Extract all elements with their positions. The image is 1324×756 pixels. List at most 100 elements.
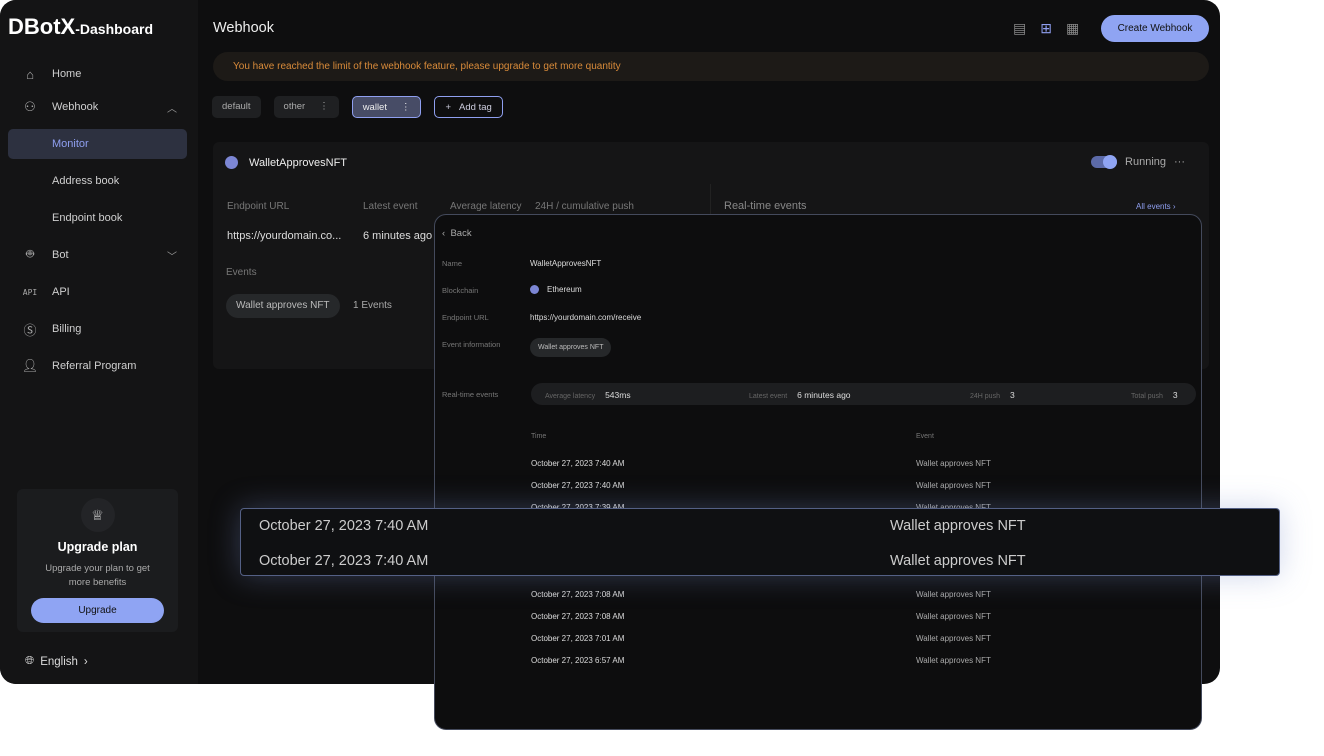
label: Webhook <box>52 101 99 113</box>
create-webhook-button[interactable]: Create Webhook <box>1101 15 1209 42</box>
row-time: October 27, 2023 7:40 AM <box>259 553 429 569</box>
sidebar-item-monitor[interactable]: Monitor <box>8 129 187 159</box>
row-time: October 27, 2023 7:08 AM <box>531 612 625 621</box>
row-time: October 27, 2023 7:40 AM <box>259 518 429 534</box>
more-vertical-icon[interactable]: ⋮ <box>401 97 411 117</box>
user-plus-icon: 👤︎ <box>21 358 39 373</box>
row-time: October 27, 2023 6:57 AM <box>531 656 625 665</box>
sidebar-item-billing[interactable]: Ⓢ Billing <box>8 314 187 344</box>
more-vertical-icon[interactable]: ⋮ <box>319 96 329 118</box>
table-row[interactable]: October 27, 2023 7:40 AM Wallet approves … <box>531 459 1131 468</box>
realtime-label: Real-time events <box>724 200 807 212</box>
sidebar-item-referral[interactable]: 👤︎ Referral Program <box>8 351 187 381</box>
sidebar-item-home[interactable]: ⌂ Home <box>8 59 187 89</box>
back-button[interactable]: ‹ Back <box>442 228 472 239</box>
chevron-down-icon: ﹀ <box>167 251 177 263</box>
info-chip: Wallet approves NFT <box>530 338 612 357</box>
logo: DBotX-Dashboard <box>8 14 154 39</box>
table-row[interactable]: October 27, 2023 7:40 AM Wallet approves … <box>259 518 1026 534</box>
table-row[interactable]: October 27, 2023 7:40 AM Wallet approves … <box>531 481 1131 490</box>
home-icon: ⌂ <box>26 66 34 82</box>
total-label: Total push <box>1131 393 1163 400</box>
row-event: Wallet approves NFT <box>890 553 1026 569</box>
row-event: Wallet approves NFT <box>916 481 991 490</box>
tag-list: default other ⋮ wallet ⋮ + Add tag <box>212 96 503 118</box>
row-time: October 27, 2023 7:01 AM <box>531 634 625 643</box>
ethereum-icon <box>225 156 238 169</box>
table-row[interactable]: October 27, 2023 7:08 AM Wallet approves … <box>531 590 1131 599</box>
robot-icon: 🤖︎ <box>26 246 34 261</box>
endpoint-value: https://yourdomain.co... <box>227 230 342 242</box>
all-events-label: All events <box>1136 202 1171 211</box>
add-tag-button[interactable]: + Add tag <box>434 96 503 118</box>
row-event: Wallet approves NFT <box>890 518 1026 534</box>
events-label: Events <box>226 267 257 278</box>
tag-label: default <box>222 101 251 112</box>
table-row[interactable]: October 27, 2023 7:40 AM Wallet approves … <box>259 553 1026 569</box>
sidebar-item-api[interactable]: API API <box>8 277 187 307</box>
table-row[interactable]: October 27, 2023 7:08 AM Wallet approves … <box>531 612 1131 621</box>
add-tag-label: Add tag <box>459 102 492 113</box>
sidebar-item-address-book[interactable]: Address book <box>8 166 187 196</box>
latest-value: 6 minutes ago <box>363 230 433 242</box>
latest-value: 6 minutes ago <box>797 390 851 400</box>
name-label: Name <box>442 259 463 268</box>
row-time: October 27, 2023 7:40 AM <box>531 459 625 468</box>
latest-label: Latest event <box>363 201 418 212</box>
chain-label: Blockchain <box>442 286 479 295</box>
api-icon: API <box>22 287 38 297</box>
tag-label: other <box>283 101 306 112</box>
list-view-icon[interactable]: ▤ <box>1013 20 1026 37</box>
event-chip: Wallet approves NFT <box>226 294 340 318</box>
webhook-detail-panel: ‹ Back Name WalletApprovesNFT Blockchain… <box>434 214 1202 730</box>
tag-label: wallet <box>362 102 387 113</box>
label: Address book <box>52 175 120 187</box>
sidebar: DBotX-Dashboard ⌂ Home ⚇ Webhook ︿ Monitor … <box>0 0 198 684</box>
label: Billing <box>52 323 82 335</box>
grid-view-icon[interactable]: ⊞ <box>1040 20 1052 37</box>
upgrade-button[interactable]: Upgrade <box>31 598 164 623</box>
row-time: October 27, 2023 7:40 AM <box>531 481 625 490</box>
name-value: WalletApprovesNFT <box>530 259 602 268</box>
row-event: Wallet approves NFT <box>916 634 991 643</box>
label: Endpoint book <box>52 212 123 224</box>
tag-default[interactable]: default <box>212 96 261 118</box>
label: Bot <box>52 249 69 261</box>
chevron-right-icon: › <box>83 655 88 668</box>
plus-icon: + <box>445 102 452 113</box>
tag-other[interactable]: other ⋮ <box>273 96 339 118</box>
row-event: Wallet approves NFT <box>916 612 991 621</box>
crown-icon: ♕ <box>80 498 115 532</box>
push24-value: 3 <box>1009 390 1015 400</box>
running-toggle[interactable] <box>1091 155 1118 169</box>
tag-wallet[interactable]: wallet ⋮ <box>351 96 422 118</box>
webhook-name: WalletApprovesNFT <box>249 156 348 169</box>
all-events-link[interactable]: All events › <box>1136 202 1176 211</box>
sidebar-item-bot[interactable]: 🤖︎ Bot ﹀ <box>8 240 187 270</box>
label: Monitor <box>52 138 89 150</box>
push-label: 24H / cumulative push <box>535 201 634 212</box>
back-label: Back <box>450 228 472 239</box>
url-value: https://yourdomain.com/receive <box>530 313 642 322</box>
language-selector[interactable]: 🌐︎ English › <box>25 655 88 668</box>
table-view-icon[interactable]: ▦ <box>1066 20 1079 37</box>
more-icon[interactable]: ··· <box>1174 156 1185 168</box>
table-row[interactable]: October 27, 2023 7:01 AM Wallet approves … <box>531 634 1131 643</box>
label: Referral Program <box>52 360 137 372</box>
upgrade-card: ♕ Upgrade plan Upgrade your plan to get … <box>17 489 178 632</box>
latest-label: Latest event <box>749 393 788 400</box>
url-label: Endpoint URL <box>442 313 489 322</box>
rt-label: Real-time events <box>442 390 499 399</box>
view-switcher: ▤ ⊞ ▦ <box>1013 20 1079 37</box>
row-time: October 27, 2023 7:08 AM <box>531 590 625 599</box>
column-header-time: Time <box>531 433 547 440</box>
push24-label: 24H push <box>970 393 1000 400</box>
sidebar-item-endpoint-book[interactable]: Endpoint book <box>8 203 187 233</box>
total-value: 3 <box>1172 390 1178 400</box>
upgrade-title: Upgrade plan <box>57 540 138 554</box>
table-row[interactable]: October 27, 2023 6:57 AM Wallet approves … <box>531 656 1131 665</box>
webhook-icon: ⚇ <box>24 99 36 114</box>
sidebar-item-webhook[interactable]: ⚇ Webhook ︿ <box>8 92 187 122</box>
globe-icon: 🌐︎ <box>25 655 35 667</box>
limit-alert: You have reached the limit of the webhoo… <box>213 52 1209 81</box>
